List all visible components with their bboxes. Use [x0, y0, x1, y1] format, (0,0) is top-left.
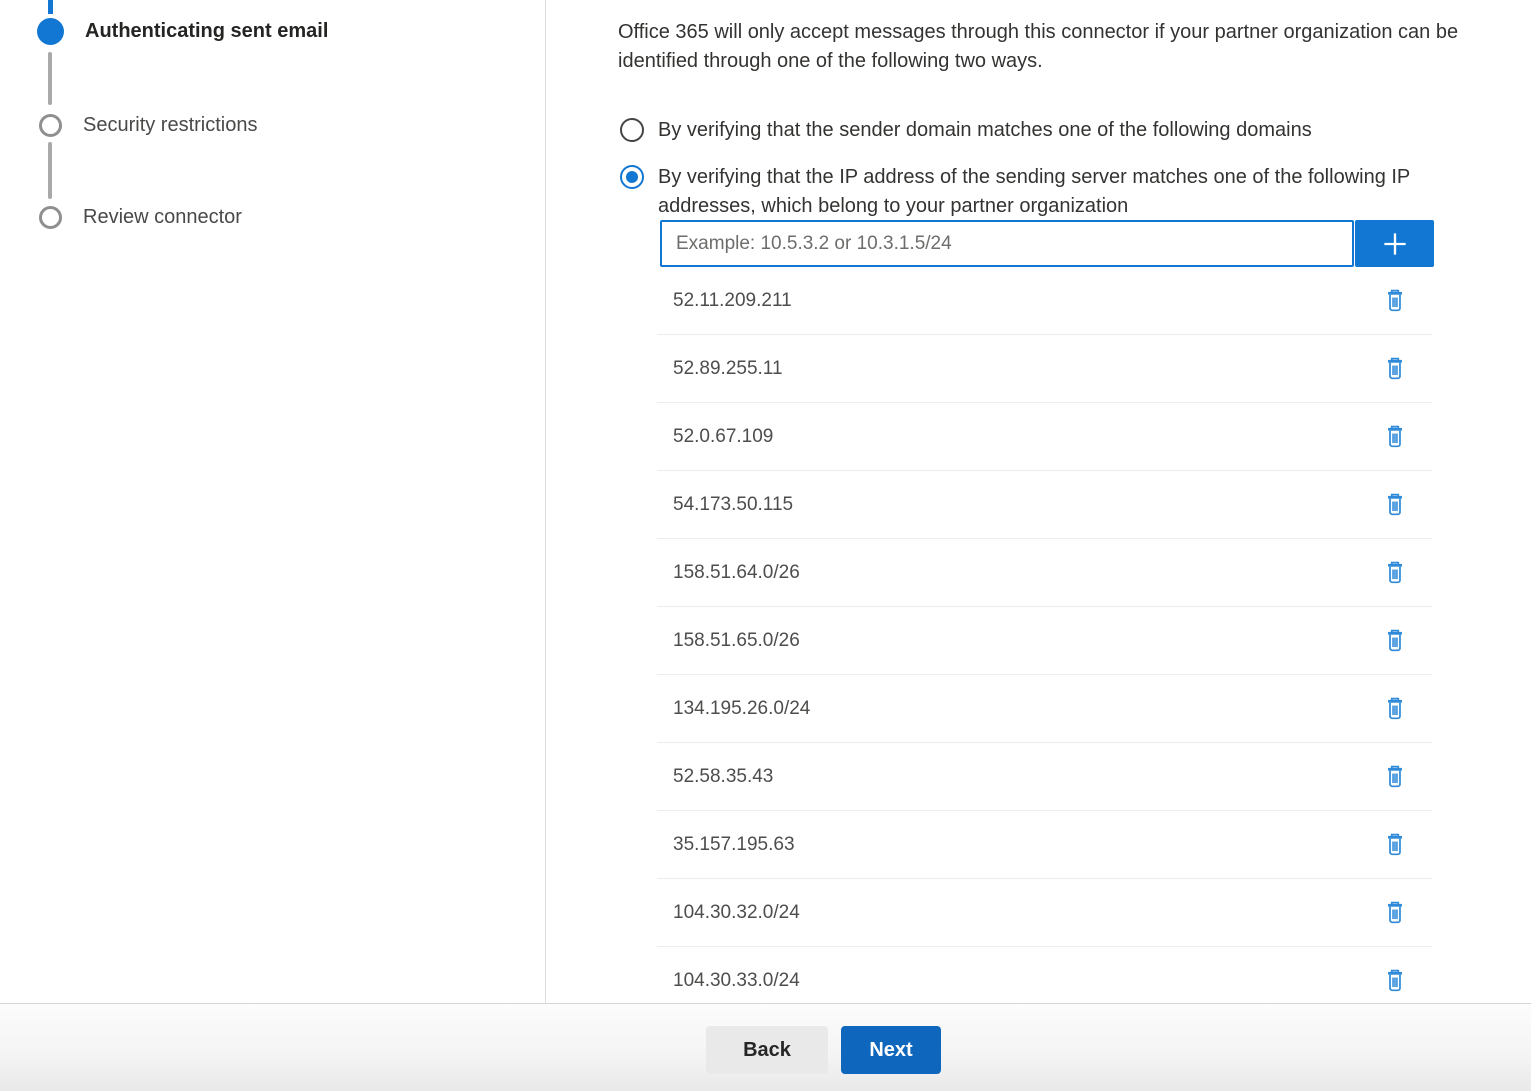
ip-list-row: 52.58.35.43	[657, 743, 1432, 811]
trash-icon	[1383, 628, 1407, 654]
trash-icon	[1383, 968, 1407, 994]
step-connector-line	[48, 52, 52, 105]
ip-list-row: 134.195.26.0/24	[657, 675, 1432, 743]
ip-list-row: 158.51.65.0/26	[657, 607, 1432, 675]
ip-address-value: 52.58.35.43	[657, 766, 773, 788]
step-review-connector[interactable]: Review connector	[37, 204, 242, 231]
step-label: Security restrictions	[83, 112, 258, 139]
ip-address-value: 104.30.33.0/24	[657, 970, 800, 992]
radio-option-label: By verifying that the IP address of the …	[658, 163, 1490, 221]
delete-ip-button[interactable]	[1382, 831, 1408, 859]
delete-ip-button[interactable]	[1382, 899, 1408, 927]
delete-ip-button[interactable]	[1382, 423, 1408, 451]
completed-step-connector-line	[48, 0, 53, 14]
step-label: Review connector	[83, 204, 242, 231]
add-ip-button[interactable]	[1355, 220, 1434, 267]
radio-button-icon[interactable]	[620, 118, 644, 142]
ip-address-value: 134.195.26.0/24	[657, 698, 810, 720]
plus-icon	[1378, 227, 1412, 261]
trash-icon	[1383, 492, 1407, 518]
trash-icon	[1383, 356, 1407, 382]
trash-icon	[1383, 900, 1407, 926]
delete-ip-button[interactable]	[1382, 287, 1408, 315]
upcoming-step-circle-icon	[39, 206, 62, 229]
ip-address-value: 158.51.64.0/26	[657, 562, 800, 584]
upcoming-step-circle-icon	[39, 114, 62, 137]
radio-option-ip-address[interactable]: By verifying that the IP address of the …	[620, 163, 1490, 221]
ip-address-value: 52.0.67.109	[657, 426, 773, 448]
back-button[interactable]: Back	[706, 1026, 828, 1074]
ip-address-value: 52.11.209.211	[657, 290, 792, 312]
delete-ip-button[interactable]	[1382, 559, 1408, 587]
intro-text: Office 365 will only accept messages thr…	[618, 18, 1531, 76]
delete-ip-button[interactable]	[1382, 491, 1408, 519]
ip-address-value: 54.173.50.115	[657, 494, 793, 516]
delete-ip-button[interactable]	[1382, 967, 1408, 995]
step-label: Authenticating sent email	[85, 18, 328, 45]
wizard-footer: Back Next	[0, 1003, 1531, 1091]
authentication-settings-panel: Office 365 will only accept messages thr…	[546, 0, 1531, 1003]
radio-option-sender-domain[interactable]: By verifying that the sender domain matc…	[620, 116, 1312, 145]
ip-list-row: 54.173.50.115	[657, 471, 1432, 539]
radio-button-icon[interactable]	[620, 165, 644, 189]
delete-ip-button[interactable]	[1382, 355, 1408, 383]
connector-wizard-page: Authenticating sent email Security restr…	[0, 0, 1531, 1091]
ip-address-value: 35.157.195.63	[657, 834, 795, 856]
ip-address-list: 52.11.209.211 52.89.255.11	[657, 267, 1432, 1003]
step-security-restrictions[interactable]: Security restrictions	[37, 112, 258, 139]
ip-list-row: 104.30.32.0/24	[657, 879, 1432, 947]
ip-list-row: 35.157.195.63	[657, 811, 1432, 879]
ip-address-value: 52.89.255.11	[657, 358, 783, 380]
step-authenticating-sent-email[interactable]: Authenticating sent email	[37, 18, 328, 45]
trash-icon	[1383, 424, 1407, 450]
delete-ip-button[interactable]	[1382, 763, 1408, 791]
ip-list-row: 104.30.33.0/24	[657, 947, 1432, 1003]
delete-ip-button[interactable]	[1382, 627, 1408, 655]
ip-address-value: 158.51.65.0/26	[657, 630, 800, 652]
ip-address-input[interactable]	[660, 220, 1354, 267]
ip-list-row: 52.89.255.11	[657, 335, 1432, 403]
radio-option-label: By verifying that the sender domain matc…	[658, 116, 1312, 145]
ip-list-row: 52.0.67.109	[657, 403, 1432, 471]
trash-icon	[1383, 696, 1407, 722]
trash-icon	[1383, 560, 1407, 586]
ip-list-row: 158.51.64.0/26	[657, 539, 1432, 607]
next-button[interactable]: Next	[841, 1026, 941, 1074]
ip-list-row: 52.11.209.211	[657, 267, 1432, 335]
wizard-steps-sidebar: Authenticating sent email Security restr…	[0, 0, 546, 1003]
trash-icon	[1383, 764, 1407, 790]
ip-address-value: 104.30.32.0/24	[657, 902, 800, 924]
ip-input-row	[660, 220, 1434, 267]
delete-ip-button[interactable]	[1382, 695, 1408, 723]
trash-icon	[1383, 832, 1407, 858]
trash-icon	[1383, 288, 1407, 314]
step-connector-line	[48, 142, 52, 199]
active-step-circle-icon	[37, 18, 64, 45]
